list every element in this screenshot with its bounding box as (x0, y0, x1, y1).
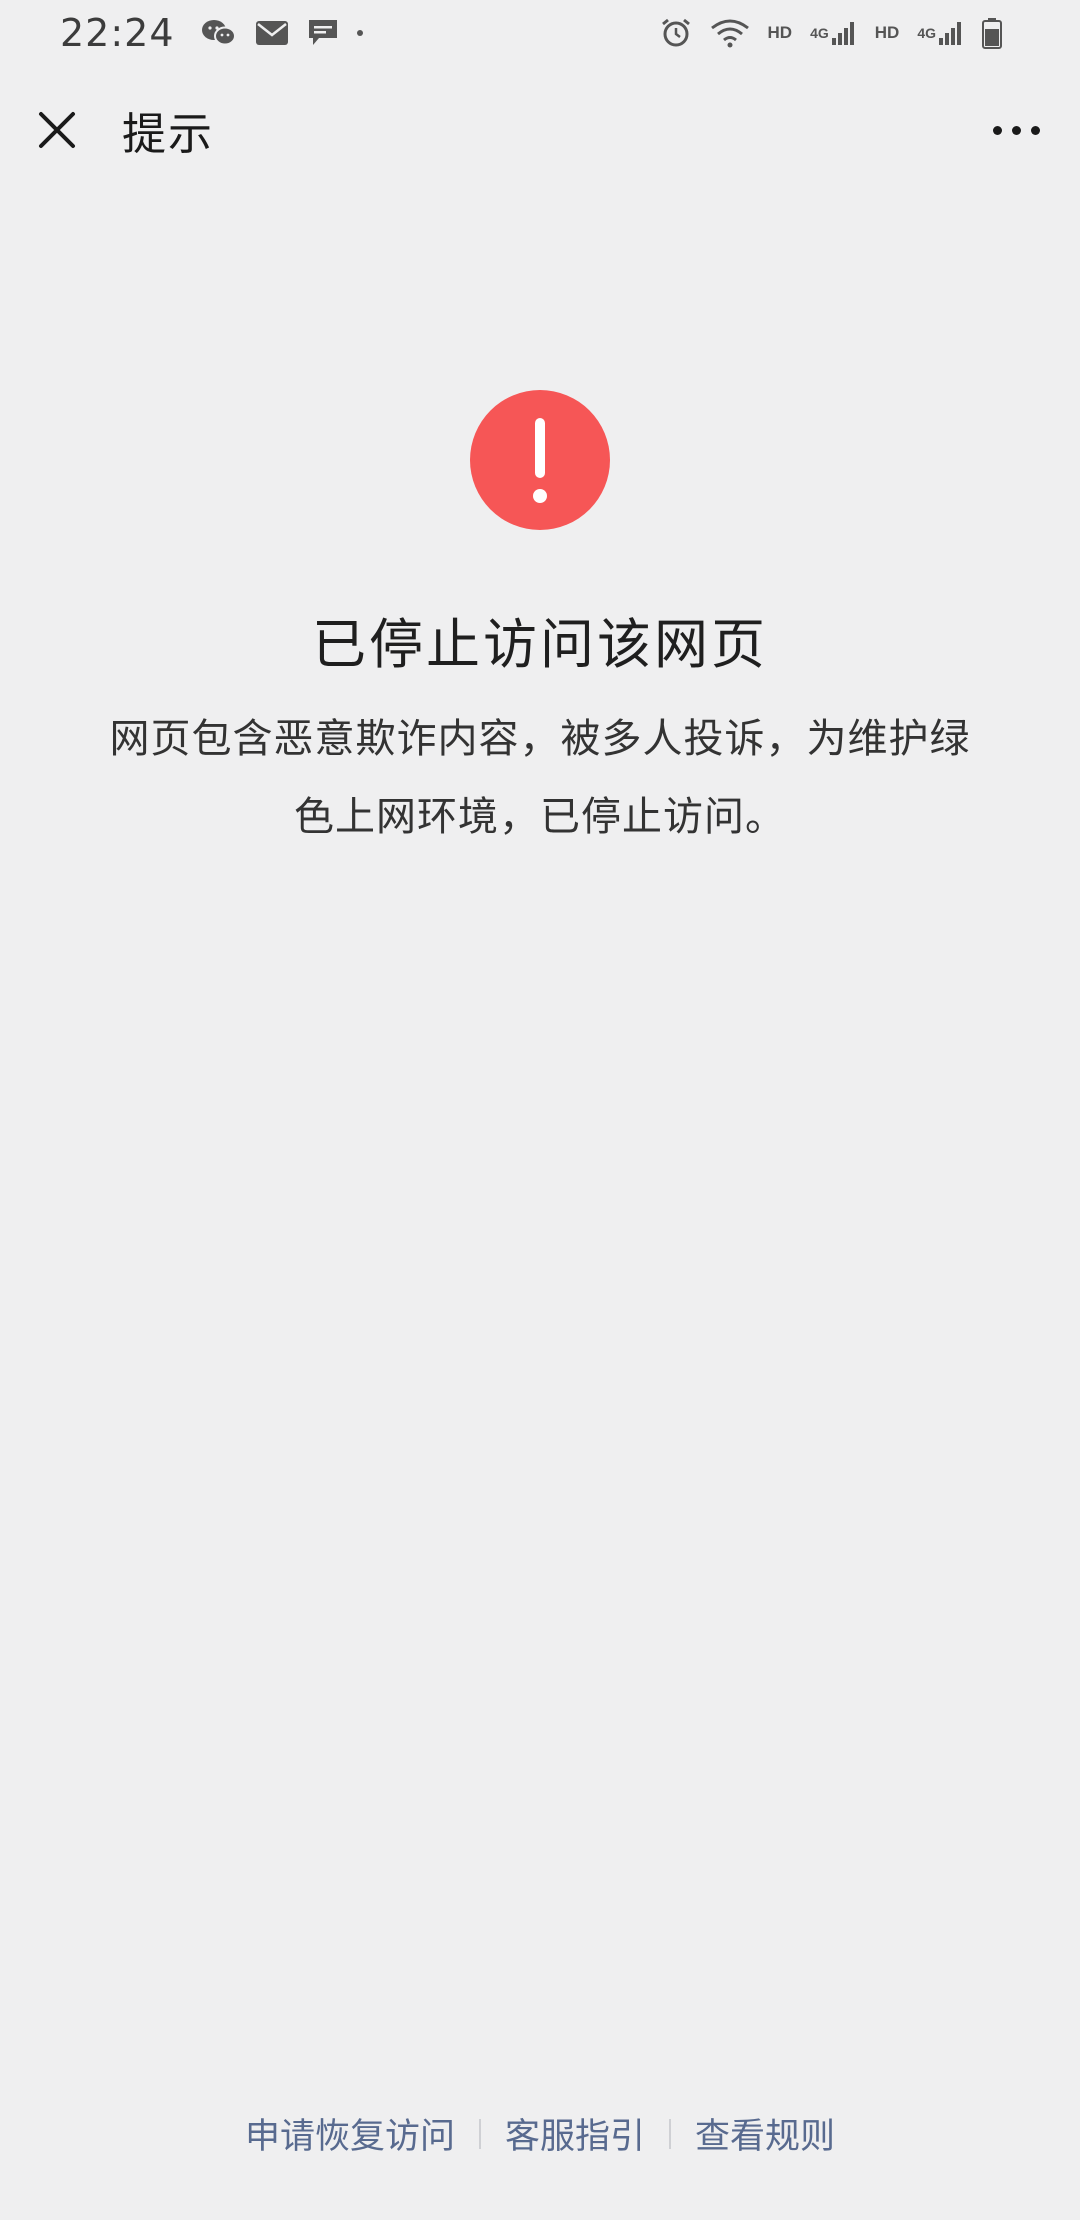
status-left-icons (201, 18, 381, 48)
request-restore-access-link[interactable]: 申请恢复访问 (245, 2108, 455, 2159)
description-line-2: 色上网环境，已停止访问。 (294, 794, 786, 840)
network-label: 4G (810, 25, 829, 41)
wechat-icon (201, 18, 237, 48)
footer-divider (478, 2118, 481, 2149)
warning-icon (470, 390, 610, 530)
top-nav: 提示 (0, 80, 1080, 180)
mail-icon (255, 20, 289, 46)
hd-badge: HD (874, 23, 900, 42)
footer-divider (669, 2118, 671, 2149)
hd-badge: HD (767, 23, 793, 42)
footer-links: 申请恢复访问 客服指引 查看规则 (0, 2108, 1080, 2159)
status-time: 22:24 (60, 11, 175, 55)
network-label: 4G (917, 25, 936, 41)
signal-4g-icon: 4G (810, 20, 857, 46)
status-right-icons: HD 4G HD 4G (660, 17, 1021, 49)
more-button[interactable] (973, 106, 1040, 155)
signal-4g-icon: 4G (917, 20, 964, 46)
close-button[interactable] (32, 105, 82, 155)
description-line-1: 网页包含恶意欺诈内容，被多人投诉，为维护绿 (109, 716, 971, 762)
battery-icon (982, 17, 1002, 49)
description: 网页包含恶意欺诈内容，被多人投诉，为维护绿 色上网环境，已停止访问。 (90, 700, 990, 856)
view-rules-link[interactable]: 查看规则 (695, 2108, 835, 2159)
dot-icon (356, 30, 363, 36)
status-bar: 22:24 HD 4G HD 4G (0, 0, 1080, 66)
more-icon (993, 125, 1002, 135)
customer-service-guide-link[interactable]: 客服指引 (505, 2108, 645, 2159)
close-icon (39, 112, 75, 148)
alarm-icon (660, 17, 692, 49)
wifi-icon (710, 18, 750, 48)
message-icon (307, 18, 339, 48)
headline: 已停止访问该网页 (312, 613, 768, 676)
page-title: 提示 (122, 109, 214, 160)
